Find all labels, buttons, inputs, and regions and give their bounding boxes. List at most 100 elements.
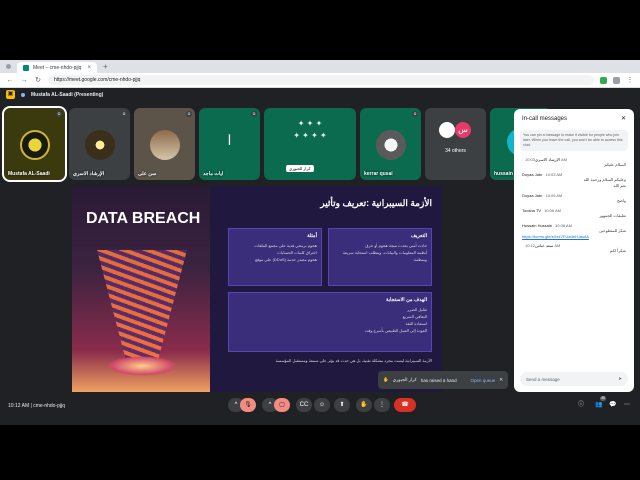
message-text: شكراً لكم bbox=[609, 248, 626, 253]
people-count-badge: 45 bbox=[600, 396, 606, 401]
participant-tile[interactable]: ⦸ سن على bbox=[134, 108, 195, 180]
chat-icon[interactable]: 💬 bbox=[608, 398, 618, 412]
new-tab-icon[interactable]: + bbox=[103, 62, 108, 71]
mic-off-icon: ⦸ bbox=[56, 111, 62, 117]
camera-button[interactable]: ▢ bbox=[274, 398, 290, 412]
participant-tile[interactable]: ⦸ ا ايات ماجد bbox=[199, 108, 260, 180]
message-text: السلام عليكم bbox=[604, 162, 626, 167]
presentation-slide: DATA BREACH الأزمة السيبرانية :تعريف وتأ… bbox=[72, 186, 442, 392]
box-heading: أمثلة bbox=[307, 233, 317, 239]
participant-name: سن على bbox=[138, 171, 157, 177]
people-icon[interactable]: 👥 45 bbox=[594, 396, 606, 412]
slide-footer: الأزمة السيبرانية ليست مجرد مشكلة تقنية،… bbox=[275, 358, 432, 363]
avatar-initial: ا bbox=[227, 132, 232, 148]
captions-button[interactable]: CC bbox=[296, 398, 312, 412]
avatar bbox=[149, 130, 180, 160]
raised-hand-toast: ✋ كرار الجبوري has raised a hand Open qu… bbox=[378, 371, 508, 389]
slide-image-title: DATA BREACH bbox=[86, 210, 201, 227]
tab-bar: Meet – cme-nhdo-pjjq × + bbox=[0, 60, 640, 73]
participant-name: Mustafa AL-Saadi bbox=[8, 171, 50, 177]
message-sender: Doyaa Jabr bbox=[522, 193, 543, 198]
mic-off-icon: ⦸ bbox=[412, 111, 418, 117]
box-line: العودة إلى العمل الطبيعي بأسرع وقت bbox=[364, 328, 427, 333]
avatar bbox=[84, 130, 115, 160]
close-tab-icon[interactable]: × bbox=[87, 65, 91, 71]
close-icon[interactable]: ✕ bbox=[621, 115, 626, 122]
toast-name: كرار الجبوري bbox=[392, 377, 417, 382]
back-icon[interactable]: ← bbox=[6, 77, 14, 84]
hand-icon: ✋ bbox=[383, 377, 389, 382]
meet-favicon-icon bbox=[23, 64, 29, 71]
participant-name: kerrar qusai bbox=[364, 171, 393, 177]
chat-message: Hussain Hussain 10:08 AM شكر للمتطوعين ht… bbox=[514, 221, 634, 241]
window-dot[interactable] bbox=[6, 64, 11, 69]
chat-message: الإرشاد الاسري10:03 AM السلام عليكم bbox=[514, 155, 634, 170]
chat-message: Toosha TV 10:06 AM تعليقات الجمهور bbox=[514, 206, 634, 221]
box-line: ومنظمة. bbox=[412, 257, 427, 262]
others-tile[interactable]: س 34 others bbox=[425, 108, 486, 180]
info-icon[interactable]: ⓘ bbox=[576, 398, 586, 412]
message-time: 10:06 AM bbox=[544, 208, 561, 213]
box-heading: التعريف bbox=[410, 233, 427, 239]
raise-hand-button[interactable]: ✋ bbox=[356, 398, 372, 412]
examples-box: أمثلة هجوم برمجي فدية على مجمع الملفات ا… bbox=[228, 228, 322, 286]
box-line: اختراق كلمات الحسابات bbox=[277, 250, 317, 255]
toast-text: has raised a hand bbox=[420, 377, 457, 383]
mic-off-icon: ⦸ bbox=[251, 111, 257, 117]
mic-button[interactable]: 🎙 bbox=[240, 398, 256, 412]
box-line: استعادة الثقة bbox=[405, 321, 427, 326]
participant-tile[interactable]: ⦸ الإرشاد الاسري bbox=[69, 108, 130, 180]
more-options-button[interactable]: ⋮ bbox=[374, 398, 390, 412]
chat-message: Doyaa Jabr 10:03 AM وعليكم السلام ورحمة ا… bbox=[514, 170, 634, 191]
url-input[interactable]: https://meet.google.com/cme-nhdo-pjjq bbox=[48, 75, 594, 85]
extension-icon[interactable] bbox=[600, 76, 607, 84]
chat-message: سعد عباس10:12 AM شكراً لكم bbox=[514, 241, 634, 256]
reload-icon[interactable]: ↻ bbox=[34, 76, 42, 84]
avatar bbox=[19, 130, 50, 160]
meeting-code: cme-nhdo-pjjq bbox=[33, 403, 65, 409]
participant-tile[interactable]: ⦸ kerrar qusai bbox=[360, 108, 421, 180]
message-text: نعم الله bbox=[613, 183, 626, 188]
avatar bbox=[375, 130, 406, 160]
participant-tile[interactable]: ✦ ✦ ✦ ✦ ✦ ✦ ✦ كرار الجبوري bbox=[264, 108, 356, 180]
clock: 10:12 AM bbox=[8, 403, 30, 409]
chat-panel: In-call messages ✕ You can pin a message… bbox=[514, 109, 634, 392]
present-icon: ▣ bbox=[6, 90, 15, 99]
browser-tab[interactable]: Meet – cme-nhdo-pjjq × bbox=[17, 62, 97, 73]
open-queue-link[interactable]: Open queue bbox=[470, 378, 495, 383]
reactions-button[interactable]: ☺ bbox=[314, 398, 330, 412]
message-link[interactable]: https://forms.gle/eXez7FUadeHJasdA bbox=[522, 234, 626, 239]
message-time: 10:03 AM bbox=[545, 172, 563, 177]
activities-icon[interactable]: ⋯ bbox=[622, 398, 632, 412]
box-line: التعافي السريع bbox=[402, 314, 427, 319]
participant-name: الإرشاد الاسري bbox=[73, 171, 105, 177]
message-sender: سعد عباس bbox=[535, 243, 554, 248]
menu-icon[interactable]: ⋮ bbox=[626, 76, 634, 84]
slide-content: الأزمة السيبرانية :تعريف وتأثير أمثلة هج… bbox=[210, 186, 442, 392]
message-sender: Doyaa Jabr bbox=[522, 172, 543, 177]
message-time: 10:05 AM bbox=[545, 193, 563, 198]
participant-name: ايات ماجد bbox=[203, 171, 224, 177]
avatar bbox=[439, 122, 455, 138]
response-goal-box: الهدف من الاستجابة تقليل الضرر التعافي ا… bbox=[228, 292, 432, 352]
calligraphy-logo: ✦ ✦ ✦ ✦ ✦ ✦ ✦ bbox=[293, 119, 327, 140]
participant-tile[interactable]: ⦸ Mustafa AL-Saadi bbox=[2, 106, 67, 182]
mic-off-icon: ⦸ bbox=[186, 111, 192, 117]
address-bar: ← → ↻ https://meet.google.com/cme-nhdo-p… bbox=[0, 73, 640, 88]
leave-call-button[interactable]: ☎ bbox=[394, 398, 416, 412]
others-count: 34 others bbox=[445, 148, 466, 154]
presenter-avatar bbox=[21, 92, 25, 97]
send-message-input[interactable]: Send a message ➤ bbox=[520, 372, 628, 386]
control-bar: 10:12 AM | cme-nhdo-pjjq ^ 🎙 ^ ▢ CC ☺ ⬆ … bbox=[0, 396, 640, 414]
box-line: أنظمة المعلومات والبيانات، ويتطلب استجاب… bbox=[342, 250, 427, 255]
close-icon[interactable]: ✕ bbox=[499, 377, 503, 383]
meet-header: ▣ Mustafa AL-Saadi (Presenting) bbox=[0, 88, 640, 101]
profile-icon[interactable] bbox=[613, 76, 620, 84]
forward-icon[interactable]: → bbox=[20, 77, 28, 84]
send-placeholder: Send a message bbox=[526, 376, 560, 382]
message-time: 10:08 AM bbox=[555, 223, 572, 228]
participant-name: كرار الجبوري bbox=[286, 165, 314, 172]
message-sender: Hussain Hussain bbox=[522, 223, 553, 228]
present-button[interactable]: ⬆ bbox=[334, 398, 350, 412]
send-icon[interactable]: ➤ bbox=[618, 376, 622, 382]
